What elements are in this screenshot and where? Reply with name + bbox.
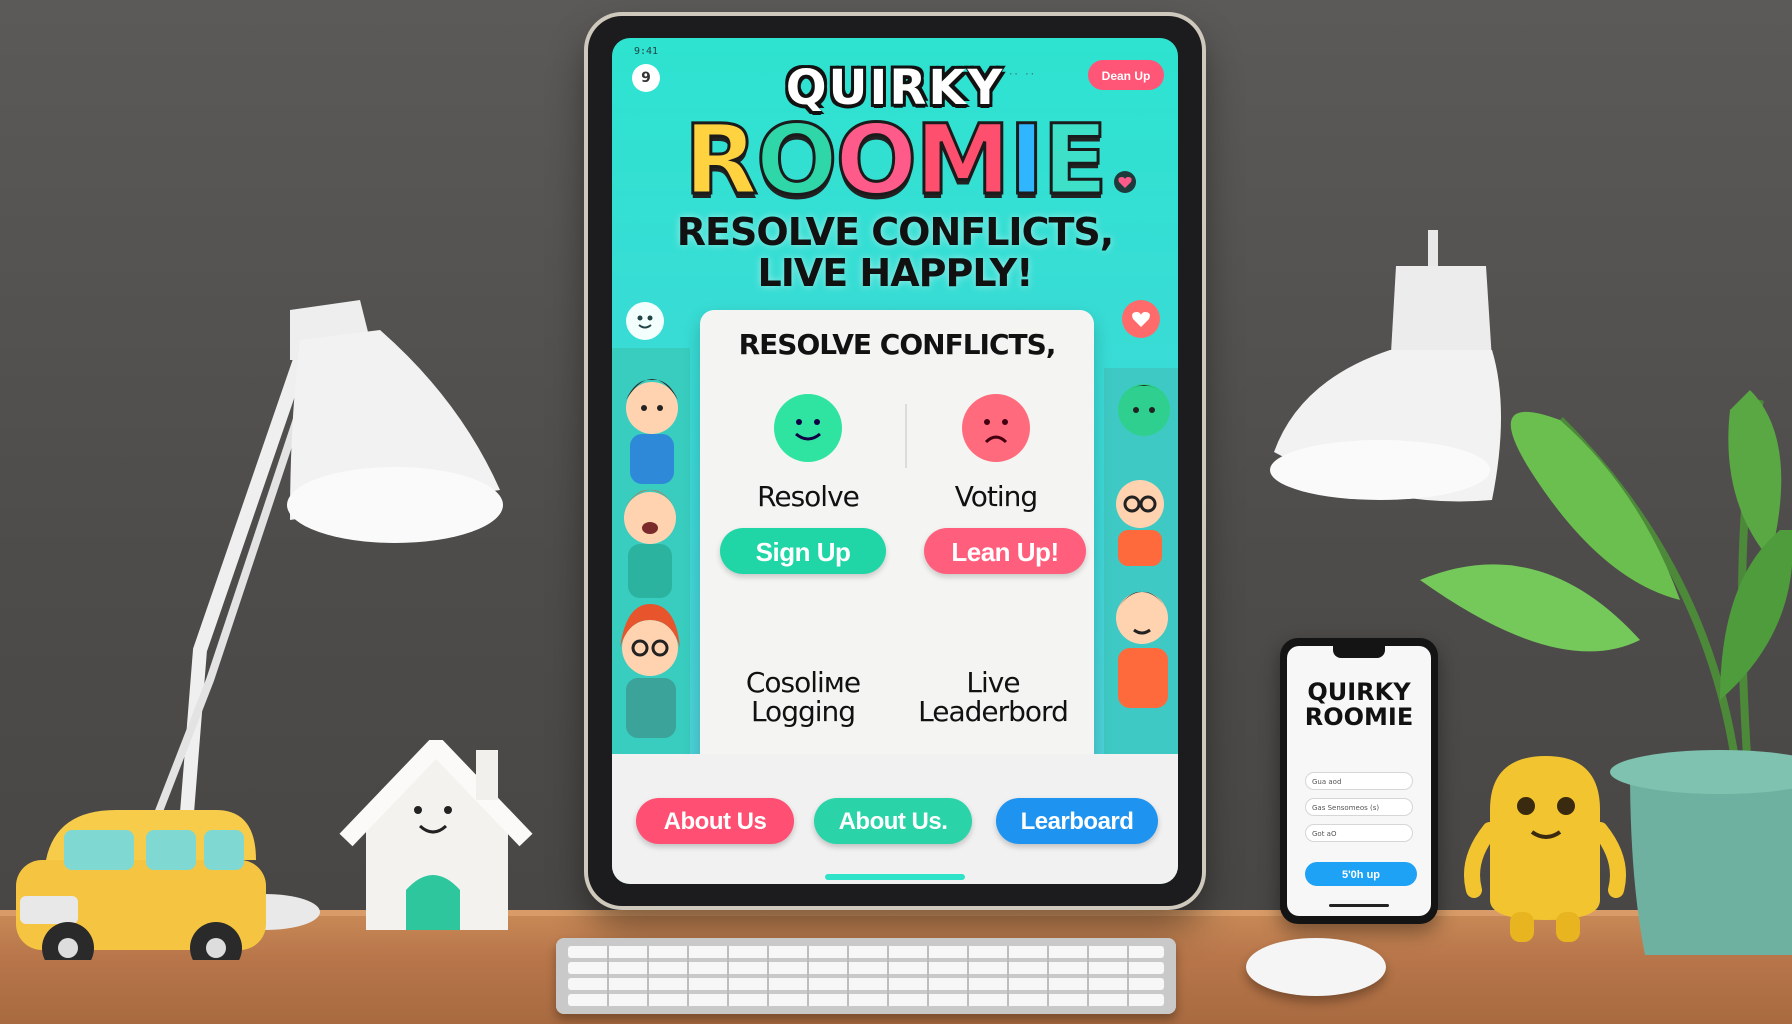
logo-letter: M [914,104,1013,216]
yellow-toy-character [1464,756,1626,942]
tablet-screen: 9:41 9 ·· ·· Dean Up QUIRKY ROOMIE RESOL… [612,38,1178,884]
logo-letter: E [1041,104,1110,216]
tagline-line-2: LIVE HAPPLY! [757,251,1033,296]
feature-label-voting: Voting [954,480,1038,513]
phone-logo: QUIRKY ROOMIE [1287,678,1431,732]
computer-mouse [1246,938,1386,996]
logo-roomie: ROOMIE [612,111,1178,210]
logo-letter: R [683,104,760,216]
phone-field-password[interactable]: Got aO [1305,824,1413,842]
chat-bubble-heart-icon [1122,300,1160,338]
phone-screen: QUIRKY ROOMIE Gua aod Gas Sensomeos (s) … [1287,646,1431,916]
phone-logo-line-1: QUIRKY [1307,678,1411,706]
feature-leaderboard-line-2: Leaderbord [918,695,1069,729]
chat-bubble-smile-icon [626,302,664,340]
phone-home-indicator [1329,904,1389,907]
phone-field-email[interactable]: Gas Sensomeos (s) [1305,798,1413,816]
feature-logging-line-2: Logging [750,695,856,729]
phone-logo-line-2: ROOMIE [1304,703,1414,732]
phone-signup-button[interactable]: 5'0h up [1305,862,1417,886]
status-bar-time: 9:41 [634,46,659,57]
feature-leaderboard: Live Leaderbord [898,668,1088,727]
about-us-button-2[interactable]: About Us. [814,798,972,844]
character-strip-right [1104,368,1178,802]
character-strip-left [612,348,690,802]
feature-label-resolve: Resolve [757,480,860,513]
logo-letter: I [1007,104,1046,216]
toy-car [16,810,266,960]
phone-field-name[interactable]: Gua aod [1305,772,1413,790]
feature-leaderboard-line-1: Live [966,666,1020,699]
logo-letter: O [834,104,919,216]
leaderboard-button[interactable]: Learboard [996,798,1158,844]
card-divider [905,404,907,468]
toy-house [339,740,533,930]
features-card: RESOLVE CONFLICTS, Resolve Voting Sign U… [700,310,1094,802]
sign-up-button[interactable]: Sign Up [720,528,886,574]
tagline: RESOLVE CONFLICTS, LIVE HAPPLY! [612,210,1178,296]
feature-logging-line-1: Cosoliме [745,666,861,699]
tagline-line-1: RESOLVE CONFLICTS, [676,210,1114,254]
keyboard [556,938,1176,1014]
happy-face-icon [774,394,842,462]
lean-up-button[interactable]: Lean Up! [924,528,1086,574]
card-heading: RESOLVE CONFLICTS, [738,328,1057,361]
logo-letter: O [754,104,839,216]
phone-notch [1333,646,1385,658]
home-indicator[interactable] [825,874,965,880]
feature-logging: Cosoliме Logging [708,668,898,727]
about-us-button[interactable]: About Us [636,798,794,844]
sad-face-icon [962,394,1030,462]
heart-icon [1114,171,1136,193]
